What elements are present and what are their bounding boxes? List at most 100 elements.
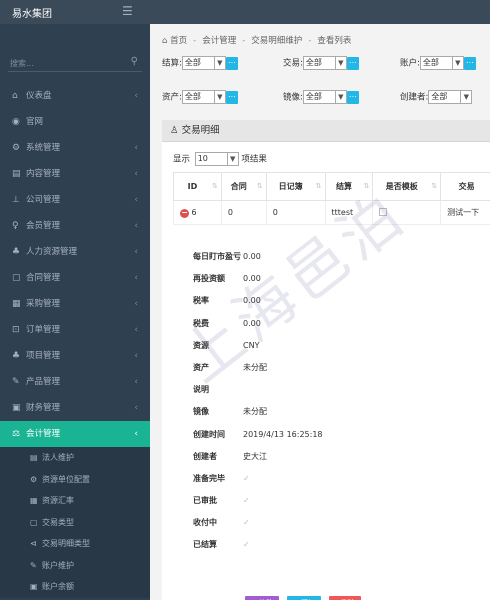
- col-label: ID: [187, 182, 198, 191]
- chevron-down-icon: ‹: [134, 429, 138, 439]
- detail-label: 再投资额: [193, 274, 225, 284]
- cell-is-template: [372, 200, 442, 225]
- chevron-left-icon: ‹: [134, 221, 138, 231]
- detail-row: 已审批 ✓: [193, 490, 490, 512]
- chevron-left-icon: ‹: [134, 273, 138, 283]
- table-row[interactable]: − 6 0 0 tttest 测试一下: [173, 200, 490, 225]
- col-contract[interactable]: 合同 ⇅: [220, 172, 267, 201]
- detail-label: 每日盯市盈亏: [193, 252, 241, 261]
- account-more-button[interactable]: ...: [463, 56, 476, 70]
- add-button[interactable]: + 添加: [286, 596, 322, 600]
- page-size-select[interactable]: 10 ▼: [194, 152, 239, 166]
- breadcrumb-home[interactable]: 首页: [170, 36, 187, 46]
- select-value: 全部: [431, 92, 448, 101]
- detail-row: 创建时间 2019/4/13 16:25:18: [193, 424, 490, 446]
- hamburger-icon[interactable]: ☰: [122, 4, 133, 18]
- detail-label: 说明: [193, 385, 209, 395]
- sidebar-item-finance[interactable]: ▣ 财务管理 ‹: [0, 395, 150, 421]
- submenu-item-trade-detail-type[interactable]: ⊲ 交易明细类型: [0, 533, 150, 555]
- submenu-label: 交易明细类型: [42, 539, 90, 548]
- sitemap-icon: ⊥: [12, 195, 20, 205]
- sidebar-item-label: 会计管理: [26, 429, 61, 439]
- detail-value: 0.00: [243, 296, 261, 306]
- sidebar-item-project[interactable]: ♣ 项目管理 ‹: [0, 343, 150, 369]
- chevron-left-icon: ‹: [134, 143, 138, 153]
- col-is-template[interactable]: 是否模板 ⇅: [372, 172, 442, 201]
- col-trade[interactable]: 交易: [440, 172, 490, 201]
- detail-row: 税费 0.00: [193, 313, 490, 335]
- sidebar-item-order[interactable]: ⊡ 订单管理 ‹: [0, 317, 150, 343]
- contract-icon: ▢: [12, 273, 21, 283]
- money-icon: ▣: [12, 403, 21, 413]
- sidebar-item-company[interactable]: ⊥ 公司管理 ‹: [0, 187, 150, 213]
- breadcrumb-accounting[interactable]: 会计管理: [202, 36, 236, 46]
- sidebar-item-label: 人力资源管理: [26, 247, 78, 257]
- doc-icon: ▢: [30, 517, 38, 527]
- breadcrumb-separator: -: [193, 36, 197, 46]
- settle-more-button[interactable]: ...: [225, 56, 238, 70]
- settle-select[interactable]: 全部 ▼: [181, 56, 226, 70]
- mirror-select[interactable]: 全部 ▼: [302, 90, 347, 104]
- mirror-more-button[interactable]: ...: [346, 90, 359, 104]
- account-select[interactable]: 全部 ▼: [419, 56, 464, 70]
- filter-creator: 创建者: 全部 ▼: [400, 90, 473, 104]
- detail-value: 未分配: [243, 362, 267, 372]
- sidebar-item-contract[interactable]: ▢ 合同管理 ‹: [0, 265, 150, 291]
- asset-more-button[interactable]: ...: [225, 90, 238, 104]
- chevron-left-icon: ‹: [134, 91, 138, 101]
- col-label: 结算: [335, 182, 352, 191]
- table-header-row: ID ⇅ 合同 ⇅ 日记簿 ⇅ 结算 ⇅ 是否模板 ⇅ 交易: [173, 172, 490, 201]
- sidebar-item-system[interactable]: ⚙ 系统管理 ‹: [0, 135, 150, 161]
- submenu-item-exchange-rate[interactable]: ▦ 资源汇率: [0, 490, 150, 512]
- col-id[interactable]: ID ⇅: [173, 172, 222, 201]
- col-label: 交易: [458, 182, 475, 191]
- sidebar-search[interactable]: 搜索... ⚲: [8, 54, 142, 72]
- detail-row: 收付中 ✓: [193, 512, 490, 534]
- sidebar-item-content[interactable]: ▤ 内容管理 ‹: [0, 161, 150, 187]
- detail-label: 税率: [193, 296, 209, 306]
- template-checkbox[interactable]: [379, 207, 388, 216]
- submenu-item-account-balance[interactable]: ▣ 账户余额: [0, 576, 150, 598]
- col-label: 是否模板: [385, 182, 418, 191]
- edit-button[interactable]: ✎ 修改: [245, 596, 280, 600]
- sidebar-item-product[interactable]: ✎ 产品管理 ‹: [0, 369, 150, 395]
- scale-icon: ⚖: [12, 429, 21, 439]
- submenu-item-resource-unit[interactable]: ⚙ 资源单位配置: [0, 469, 150, 491]
- group-icon: ♣: [12, 247, 21, 257]
- creator-select[interactable]: 全部 ▼: [428, 90, 473, 104]
- submenu-label: 账户余额: [42, 582, 74, 591]
- sidebar-item-dashboard[interactable]: ⌂ 仪表盘 ‹: [0, 83, 150, 109]
- trade-detail-panel: ♙ 交易明细 显示 10 ▼ 项结果 ID ⇅ 合同 ⇅ 日记簿 ⇅ 结算 ⇅ 是否模板 ⇅…: [162, 120, 490, 600]
- select-value: 全部: [184, 58, 201, 67]
- chevron-down-icon: ▼: [334, 91, 346, 103]
- sidebar-item-hr[interactable]: ♣ 人力资源管理 ‹: [0, 239, 150, 265]
- sidebar-item-purchase[interactable]: ▦ 采购管理 ‹: [0, 291, 150, 317]
- submenu-item-account[interactable]: ✎ 账户维护: [0, 555, 150, 577]
- sidebar-item-label: 会员管理: [26, 221, 61, 231]
- sidebar-item-website[interactable]: ◉ 官网: [0, 109, 150, 135]
- col-settle[interactable]: 结算 ⇅: [324, 172, 374, 201]
- sidebar-item-accounting[interactable]: ⚖ 会计管理 ‹: [0, 421, 150, 447]
- col-journal[interactable]: 日记簿 ⇅: [265, 172, 326, 201]
- search-icon[interactable]: ⚲: [131, 56, 138, 67]
- sidebar-item-label: 项目管理: [26, 351, 61, 361]
- filter-asset: 资产: 全部 ▼...: [162, 90, 238, 104]
- select-value: 全部: [305, 92, 322, 101]
- sidebar-search-input[interactable]: 搜索...: [10, 58, 34, 69]
- filter-label: 账户:: [400, 58, 420, 69]
- sidebar-item-member[interactable]: ♀ 会员管理 ‹: [0, 213, 150, 239]
- detail-label: 已审批: [193, 496, 217, 506]
- delete-button[interactable]: ▯ 删除: [328, 596, 362, 600]
- breadcrumb: ⌂ 首页 - 会计管理 - 交易明细维护 - 查看列表: [162, 34, 351, 46]
- breadcrumb-trade-detail[interactable]: 交易明细维护: [251, 36, 302, 46]
- check-icon: ✓: [243, 540, 250, 550]
- trade-select[interactable]: 全部 ▼: [302, 56, 347, 70]
- select-value: 全部: [305, 58, 322, 67]
- asset-select[interactable]: 全部 ▼: [181, 90, 226, 104]
- submenu-item-trade-type[interactable]: ▢ 交易类型: [0, 512, 150, 534]
- trade-more-button[interactable]: ...: [346, 56, 359, 70]
- check-icon: ✓: [243, 496, 250, 506]
- collapse-icon[interactable]: −: [180, 208, 189, 218]
- submenu-item-legal-entity[interactable]: ▤ 法人维护: [0, 447, 150, 469]
- gears-icon: ⚙: [12, 143, 21, 153]
